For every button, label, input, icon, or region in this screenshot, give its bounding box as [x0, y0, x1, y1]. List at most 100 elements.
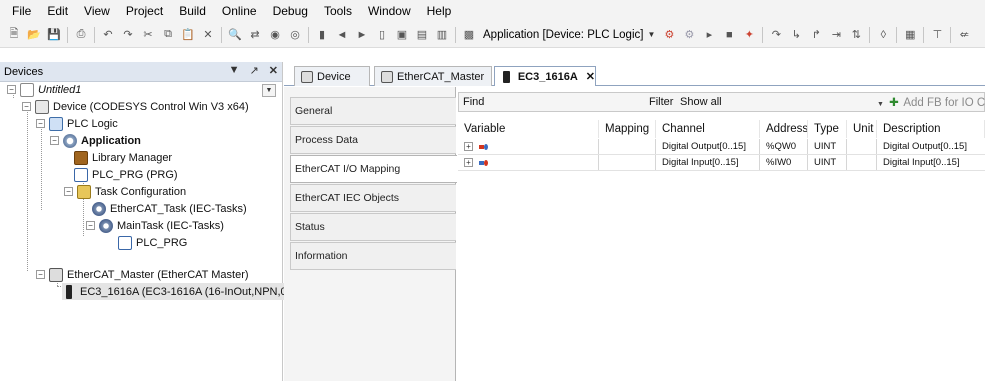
close-icon[interactable]: ✕ [269, 64, 278, 77]
pin-icon[interactable]: ↗ [250, 64, 259, 77]
add-fb-button[interactable]: ▼ ✚ Add FB for IO C [877, 95, 985, 109]
binoculars-icon[interactable]: ◉ [267, 27, 283, 43]
tree-item-ethercat-master[interactable]: − EtherCAT_Master (EtherCAT Master) [36, 266, 249, 283]
tree-item-device[interactable]: − Device (CODESYS Control Win V3 x64) [22, 98, 249, 115]
generate-code-icon[interactable]: ▥ [434, 27, 450, 43]
io-mapping-panel: Find Filter Show all ▼ ✚ Add FB for IO C… [458, 92, 985, 381]
column-header-unit[interactable]: Unit [847, 120, 877, 138]
pane-menu-icon[interactable]: ▼ [229, 64, 240, 77]
multi-tool-icon[interactable]: ⇍ [956, 27, 972, 43]
channel-cell: Digital Input[0..15] [656, 155, 760, 170]
tree-item-plc-logic[interactable]: − PLC Logic [36, 115, 118, 132]
subtab-general[interactable]: General [290, 97, 456, 125]
expand-icon[interactable]: + [464, 158, 473, 167]
table-row[interactable]: + Digital Input[0..15] %IW0 UINT Digital… [458, 155, 985, 171]
delete-icon[interactable]: ✕ [200, 27, 216, 43]
column-header-mapping[interactable]: Mapping [599, 120, 656, 138]
subtab-status[interactable]: Status [290, 213, 456, 241]
tree-dropdown-button[interactable]: ▼ [262, 84, 276, 97]
collapse-icon[interactable]: − [50, 136, 59, 145]
filter-select[interactable]: Show all [680, 96, 722, 108]
bookmark-next-icon[interactable]: ► [354, 27, 370, 43]
tree-item-slave[interactable]: EC3_1616A (EC3-1616A (16-InOut,NPN,0.5A)… [62, 283, 315, 300]
subtab-process-data[interactable]: Process Data [290, 126, 456, 154]
menu-online[interactable]: Online [214, 0, 265, 22]
column-header-description[interactable]: Description [877, 120, 985, 138]
run-to-cursor-icon[interactable]: ⇥ [828, 27, 844, 43]
undo-icon[interactable]: ↶ [100, 27, 116, 43]
variable-cell[interactable]: + [458, 155, 599, 170]
menu-file[interactable]: File [4, 0, 39, 22]
table-row[interactable]: + Digital Output[0..15] %QW0 UINT Digita… [458, 139, 985, 155]
close-tab-icon[interactable]: ✕ [586, 70, 595, 83]
column-header-variable[interactable]: Variable [458, 120, 599, 138]
menu-help[interactable]: Help [419, 0, 460, 22]
menu-edit[interactable]: Edit [39, 0, 76, 22]
tab-device[interactable]: Device [294, 66, 370, 86]
collapse-icon[interactable]: − [86, 221, 95, 230]
find-replace-icon[interactable]: ⇄ [247, 27, 263, 43]
tree-item-library-manager[interactable]: Library Manager [74, 149, 172, 166]
tree-item-project[interactable]: − Untitled1 [7, 81, 81, 98]
display-mode-icon[interactable]: ▦ [902, 27, 918, 43]
stop-icon[interactable]: ■ [721, 27, 737, 43]
copy-icon[interactable]: ⧉ [160, 27, 176, 43]
print-icon[interactable]: ⎙ [73, 27, 89, 43]
tree-item-main-task-prg[interactable]: PLC_PRG [118, 234, 187, 251]
step-over-icon[interactable]: ↷ [768, 27, 784, 43]
collapse-icon[interactable]: − [7, 85, 16, 94]
write-values-icon[interactable]: ⇅ [848, 27, 864, 43]
bookmark-prev-icon[interactable]: ◄ [334, 27, 350, 43]
collapse-icon[interactable]: − [64, 187, 73, 196]
tree-item-plc-prg[interactable]: PLC_PRG (PRG) [74, 166, 178, 183]
tree-item-ethercat-task[interactable]: EtherCAT_Task (IEC-Tasks) [92, 200, 247, 217]
bookmark-clear-icon[interactable]: ▯ [374, 27, 390, 43]
step-into-icon[interactable]: ↳ [788, 27, 804, 43]
subtab-ethercat-io-mapping[interactable]: EtherCAT I/O Mapping [290, 155, 457, 183]
save-icon[interactable]: 💾 [46, 27, 62, 43]
step-out-icon[interactable]: ↱ [808, 27, 824, 43]
column-header-channel[interactable]: Channel [656, 120, 760, 138]
subtab-information[interactable]: Information [290, 242, 456, 270]
chevron-down-icon[interactable]: ▼ [647, 30, 655, 39]
new-project-icon[interactable]: 🗎 [6, 27, 22, 43]
find-in-project-icon[interactable]: ◎ [287, 27, 303, 43]
paste-icon[interactable]: 📋 [180, 27, 196, 43]
tree-item-main-task[interactable]: − MainTask (IEC-Tasks) [86, 217, 224, 234]
tree-item-application[interactable]: − Application [50, 132, 141, 149]
collapse-icon[interactable]: − [36, 270, 45, 279]
menu-build[interactable]: Build [171, 0, 214, 22]
menu-project[interactable]: Project [118, 0, 171, 22]
active-application-label[interactable]: Application [Device: PLC Logic] [479, 29, 647, 41]
redo-icon[interactable]: ↷ [120, 27, 136, 43]
bookmark-icon[interactable]: ▮ [314, 27, 330, 43]
tab-ec3-1616a[interactable]: EC3_1616A ✕ [494, 66, 596, 86]
logout-icon[interactable]: ⚙ [681, 27, 697, 43]
menu-tools[interactable]: Tools [316, 0, 360, 22]
collapse-icon[interactable]: − [36, 119, 45, 128]
build-icon[interactable]: ▣ [394, 27, 410, 43]
force-values-icon[interactable]: ⊤ [929, 27, 945, 43]
breakpoint-icon[interactable]: ◊ [875, 27, 891, 43]
device-icon [35, 99, 49, 114]
find-icon[interactable]: 🔍 [227, 27, 243, 43]
subtab-ethercat-iec-objects[interactable]: EtherCAT IEC Objects [290, 184, 456, 212]
menu-debug[interactable]: Debug [265, 0, 316, 22]
menu-view[interactable]: View [76, 0, 118, 22]
description-cell: Digital Output[0..15] [883, 141, 967, 152]
open-project-icon[interactable]: 📂 [26, 27, 42, 43]
tab-ethercat-master[interactable]: EtherCAT_Master [374, 66, 492, 86]
menu-window[interactable]: Window [360, 0, 419, 22]
column-header-address[interactable]: Address [760, 120, 808, 138]
column-header-type[interactable]: Type [808, 120, 847, 138]
reset-icon[interactable]: ✦ [741, 27, 757, 43]
tree-item-task-configuration[interactable]: − Task Configuration [64, 183, 186, 200]
find-label[interactable]: Find [463, 96, 484, 108]
cut-icon[interactable]: ✂ [140, 27, 156, 43]
login-icon[interactable]: ⚙ [661, 27, 677, 43]
start-icon[interactable]: ▸ [701, 27, 717, 43]
variable-cell[interactable]: + [458, 139, 599, 154]
rebuild-icon[interactable]: ▤ [414, 27, 430, 43]
collapse-icon[interactable]: − [22, 102, 31, 111]
expand-icon[interactable]: + [464, 142, 473, 151]
